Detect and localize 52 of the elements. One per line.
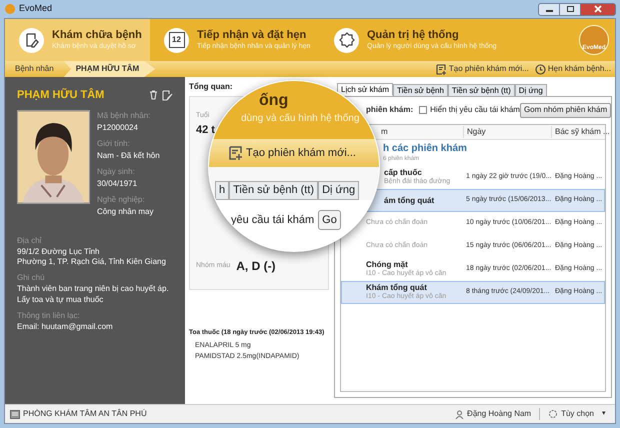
magnified-action[interactable]: Tạo phiên khám mới... — [229, 144, 356, 162]
group-title: h các phiên khám — [383, 143, 467, 156]
field-label: Ngày sinh: — [97, 166, 135, 178]
filter-label: phiên khám: — [365, 104, 414, 116]
detail-label: Ghi chú — [17, 272, 45, 284]
detail-value: Email: huutam@gmail.com — [17, 322, 113, 332]
age-value: 42 t — [196, 122, 215, 138]
detail-value: 99/1/2 Đường Lục Tỉnh — [17, 246, 100, 257]
options-menu[interactable]: Tùy chọn — [561, 408, 594, 420]
magnified-subheading: dùng và cấu hình hệ thống — [241, 112, 360, 126]
tab[interactable]: Tiền sử bệnh — [393, 84, 448, 97]
module-title: Tiếp nhận và đặt hẹn — [197, 28, 306, 42]
window-title: EvoMed — [19, 2, 52, 16]
field-value: 30/04/1971 — [97, 178, 138, 190]
module-title: Quản trị hệ thống — [367, 28, 459, 42]
field-value: Công nhân may — [97, 206, 154, 218]
field-label: Giới tính: — [97, 138, 130, 150]
magnified-tab[interactable]: Dị ứng — [318, 181, 360, 200]
overview-title: Tổng quan: — [189, 81, 233, 93]
detail-label: Thông tin liên lạc: — [17, 310, 80, 322]
field-label: Mã bệnh nhân: — [97, 110, 150, 122]
toolbar-action[interactable]: Tạo phiên khám mới... — [436, 63, 529, 75]
field-value: Nam - Đã kết hôn — [97, 150, 160, 162]
field-label: Nghề nghiệp: — [97, 194, 145, 206]
magnified-button[interactable]: Go — [318, 210, 341, 230]
clinic-name: PHÒNG KHÁM TÂM AN TÂN PHÚ — [23, 408, 147, 420]
toolbar-action[interactable]: Hẹn khám bệnh... — [534, 63, 611, 75]
blood-type-value: A, D (-) — [236, 258, 276, 275]
visit-title: Khám tổng quát — [366, 283, 427, 292]
column-header[interactable]: Bác sỹ khám ... — [551, 126, 610, 138]
magnified-heading: ống — [259, 91, 288, 111]
breadcrumb-current[interactable]: PHẠM HỮU TÂM — [64, 61, 156, 77]
patient-name: PHẠM HỮU TÂM — [17, 87, 104, 103]
visit-title: ám tổng quát — [384, 196, 434, 206]
detail-value: Thành viên ban trang niên bị cao huyết áp. Lấy toa và tự mua thuốc — [17, 284, 170, 306]
magnified-text: yêu cầu tái khám — [231, 212, 314, 228]
tab[interactable]: Tiền sử bệnh (tt) — [448, 84, 515, 97]
detail-value: Phường 1, TP. Rạch Giá, Tỉnh Kiên Giang — [17, 256, 166, 268]
group-sessions-button[interactable]: Gom nhóm phiên khám — [520, 102, 612, 118]
column-header[interactable]: Ngày — [463, 126, 551, 138]
calendar-icon: 12 — [168, 32, 184, 48]
magnified-tab[interactable]: Tiền sử bệnh (tt) — [229, 181, 318, 200]
detail-label: Địa chỉ — [17, 234, 42, 246]
checkbox-label: Hiển thị yêu cầu tái khám — [430, 104, 520, 116]
user-name[interactable]: Đặng Hoàng Nam — [467, 408, 540, 420]
visit-title: cấp thuốc — [384, 168, 422, 178]
module-title: Khám chữa bệnh — [52, 28, 142, 42]
visit-title: Chóng mặt — [366, 260, 408, 270]
tab[interactable]: Lịch sử khám — [337, 83, 394, 96]
breadcrumb-item[interactable]: Bệnh nhân — [5, 63, 64, 75]
magnified-tab[interactable]: h — [215, 181, 230, 200]
field-value: P12000024 — [97, 122, 138, 134]
